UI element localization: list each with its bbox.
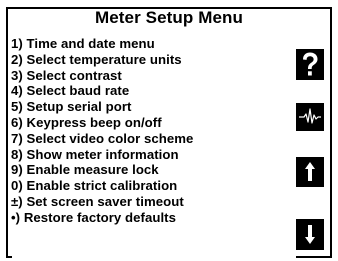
menu-item-screen-saver-timeout[interactable]: ±) Set screen saver timeout bbox=[11, 194, 193, 210]
menu-item-contrast[interactable]: 3) Select contrast bbox=[11, 68, 193, 84]
menu-item-keypress-beep[interactable]: 6) Keypress beep on/off bbox=[11, 115, 193, 131]
menu-item-temperature-units[interactable]: 2) Select temperature units bbox=[11, 52, 193, 68]
up-arrow-icon bbox=[305, 162, 315, 181]
screen-frame-right bbox=[330, 7, 332, 258]
scroll-down-button[interactable] bbox=[296, 219, 324, 250]
screen-frame-bottom-right bbox=[296, 256, 332, 258]
menu-item-strict-calibration[interactable]: 0) Enable strict calibration bbox=[11, 178, 193, 194]
page-title: Meter Setup Menu bbox=[94, 8, 243, 27]
meter-setup-screen: Meter Setup Menu 1) Time and date menu 2… bbox=[0, 0, 338, 261]
question-mark-icon bbox=[303, 52, 318, 76]
down-arrow-icon bbox=[305, 225, 315, 244]
signal-mode-button[interactable] bbox=[296, 103, 324, 131]
menu-item-serial-port[interactable]: 5) Setup serial port bbox=[11, 99, 193, 115]
menu-item-measure-lock[interactable]: 9) Enable measure lock bbox=[11, 162, 193, 178]
scroll-up-button[interactable] bbox=[296, 157, 324, 187]
screen-frame-left bbox=[6, 7, 8, 258]
help-button[interactable] bbox=[296, 49, 324, 80]
menu-item-meter-information[interactable]: 8) Show meter information bbox=[11, 147, 193, 163]
menu-item-baud-rate[interactable]: 4) Select baud rate bbox=[11, 83, 193, 99]
menu-item-video-color-scheme[interactable]: 7) Select video color scheme bbox=[11, 131, 193, 147]
menu-item-time-date[interactable]: 1) Time and date menu bbox=[11, 36, 193, 52]
screen-frame-bottom-left bbox=[6, 256, 12, 258]
setup-menu: 1) Time and date menu 2) Select temperat… bbox=[11, 36, 193, 226]
menu-item-factory-defaults[interactable]: •) Restore factory defaults bbox=[11, 210, 193, 226]
signal-spark-icon bbox=[299, 108, 321, 124]
